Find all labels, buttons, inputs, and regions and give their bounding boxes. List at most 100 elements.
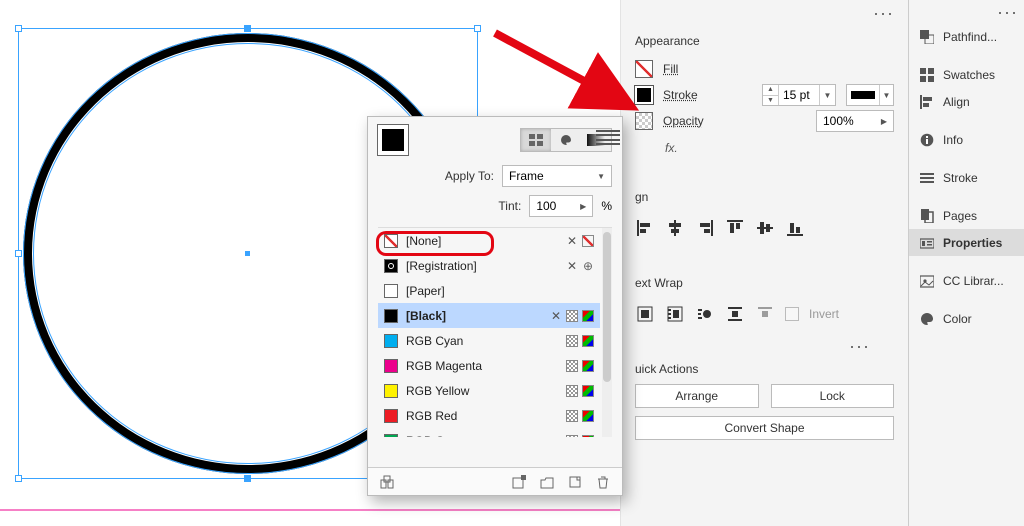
opacity-field[interactable]: 100% ▶ <box>816 110 894 132</box>
stroke-weight-field[interactable]: ▲▼ ▼ <box>762 84 836 106</box>
stroke-link[interactable]: Stroke <box>663 88 698 102</box>
wrap-none-icon[interactable] <box>635 304 655 324</box>
new-swatch-menu-icon[interactable] <box>510 473 528 491</box>
tint-label: Tint: <box>498 199 521 213</box>
panel-tab-cc-libraries[interactable]: CC Librar... <box>909 267 1024 294</box>
resize-handle-ml[interactable] <box>15 250 22 257</box>
swatch-name: RGB Cyan <box>406 334 558 348</box>
panel-tab-label: Pages <box>943 209 977 223</box>
align-top-icon[interactable] <box>725 218 745 238</box>
panel-tab-label: Properties <box>943 236 1002 250</box>
center-handle[interactable] <box>245 251 250 256</box>
swatch-name: [None] <box>406 234 558 248</box>
seg-color-icon[interactable] <box>551 129 581 151</box>
align-left-icon[interactable] <box>635 218 655 238</box>
stroke-icon <box>919 170 935 186</box>
invert-checkbox[interactable] <box>785 307 799 321</box>
new-swatch-icon[interactable] <box>566 473 584 491</box>
swatch-name: RGB Magenta <box>406 359 558 373</box>
opacity-dropdown-icon[interactable]: ▶ <box>881 117 887 126</box>
resize-handle-tr[interactable] <box>474 25 481 32</box>
apply-to-value: Frame <box>509 169 591 183</box>
stroke-weight-input[interactable] <box>779 85 819 105</box>
convert-shape-button[interactable]: Convert Shape <box>635 416 894 440</box>
tint-field[interactable]: 100 ▶ <box>529 195 593 217</box>
stroke-style-picker[interactable]: ▼ <box>846 84 894 106</box>
properties-section-menu-icon[interactable] <box>850 345 868 349</box>
swatch-item[interactable]: RGB Cyan <box>378 328 600 353</box>
global-icon <box>566 435 578 438</box>
fill-link[interactable]: Fill <box>663 62 678 76</box>
swatch-item[interactable]: [None]✕ <box>378 228 600 253</box>
panel-tab-pathfinder[interactable]: Pathfind... <box>909 23 1024 50</box>
arrange-button[interactable]: Arrange <box>635 384 759 408</box>
swatch-popup-menu-icon[interactable] <box>596 130 620 145</box>
swatch-item[interactable]: RGB Magenta <box>378 353 600 378</box>
swatch-item[interactable]: [Paper] <box>378 278 600 303</box>
apply-to-select[interactable]: Frame ▼ <box>502 165 612 187</box>
global-icon <box>566 310 578 322</box>
panel-tab-label: Info <box>943 133 963 147</box>
wrap-bbox-icon[interactable] <box>665 304 685 324</box>
scrollbar-thumb[interactable] <box>603 232 611 382</box>
panel-tab-pages[interactable]: Pages <box>909 202 1024 229</box>
pathfinder-icon <box>919 29 935 45</box>
swatch-name: RGB Green <box>406 434 558 438</box>
align-hcenter-icon[interactable] <box>665 218 685 238</box>
new-group-icon[interactable] <box>378 473 396 491</box>
swatch-list[interactable]: [None]✕[Registration]✕⊕[Paper][Black]✕RG… <box>378 227 612 437</box>
delete-swatch-icon[interactable] <box>594 473 612 491</box>
panel-tab-stroke[interactable]: Stroke <box>909 164 1024 191</box>
swatch-item[interactable]: [Black]✕ <box>378 303 600 328</box>
panel-tab-label: Stroke <box>943 171 978 185</box>
swatch-name: RGB Red <box>406 409 558 423</box>
resize-handle-tl[interactable] <box>15 25 22 32</box>
tint-value: 100 <box>536 199 574 213</box>
tint-popup-icon[interactable]: ▶ <box>580 202 586 211</box>
panel-tab-color[interactable]: Color <box>909 305 1024 332</box>
stroke-weight-stepper[interactable]: ▲▼ <box>763 85 779 105</box>
resize-handle-bl[interactable] <box>15 475 22 482</box>
swatch-color-icon <box>384 284 398 298</box>
swatch-item[interactable]: RGB Yellow <box>378 378 600 403</box>
scrollbar-track[interactable] <box>602 228 612 437</box>
global-icon <box>566 360 578 372</box>
swatch-flags: ✕⊕ <box>566 260 594 272</box>
pages-icon <box>919 208 935 224</box>
swatch-item[interactable]: RGB Green <box>378 428 600 437</box>
panel-tab-label: Color <box>943 312 972 326</box>
opacity-chip-icon[interactable] <box>635 112 653 130</box>
lock-button[interactable]: Lock <box>771 384 895 408</box>
fx-button[interactable]: fx. <box>665 141 678 155</box>
resize-handle-tc[interactable] <box>244 25 251 32</box>
seg-swatches-icon[interactable] <box>521 129 551 151</box>
panel-tab-align[interactable]: Align <box>909 88 1024 115</box>
swatch-item[interactable]: RGB Red <box>378 403 600 428</box>
none-icon <box>582 235 594 247</box>
align-vcenter-icon[interactable] <box>755 218 775 238</box>
swatch-item[interactable]: [Registration]✕⊕ <box>378 253 600 278</box>
align-bottom-icon[interactable] <box>785 218 805 238</box>
swatches-icon <box>919 67 935 83</box>
stroke-well-icon[interactable] <box>378 125 408 155</box>
panel-tab-info[interactable]: Info <box>909 126 1024 153</box>
stroke-weight-dropdown-icon[interactable]: ▼ <box>819 85 835 105</box>
panel-tab-properties[interactable]: Properties <box>909 229 1024 256</box>
resize-handle-bc[interactable] <box>244 475 251 482</box>
wrap-jump-icon[interactable] <box>725 304 745 324</box>
align-button-row <box>635 212 894 244</box>
align-right-icon[interactable] <box>695 218 715 238</box>
new-color-group-icon[interactable] <box>538 473 556 491</box>
text-wrap-row: Invert <box>635 298 894 330</box>
panel-menu-icon[interactable] <box>874 12 892 16</box>
fill-chip-icon[interactable] <box>635 60 653 78</box>
noedit-icon: ✕ <box>550 310 562 322</box>
dock-menu-icon[interactable] <box>998 11 1016 15</box>
swatch-flags <box>566 410 594 422</box>
panel-tab-swatches[interactable]: Swatches <box>909 61 1024 88</box>
wrap-jumpcol-icon[interactable] <box>755 304 775 324</box>
wrap-shape-icon[interactable] <box>695 304 715 324</box>
rgb-icon <box>582 410 594 422</box>
opacity-link[interactable]: Opacity <box>663 114 704 128</box>
stroke-chip-icon[interactable] <box>635 86 653 104</box>
